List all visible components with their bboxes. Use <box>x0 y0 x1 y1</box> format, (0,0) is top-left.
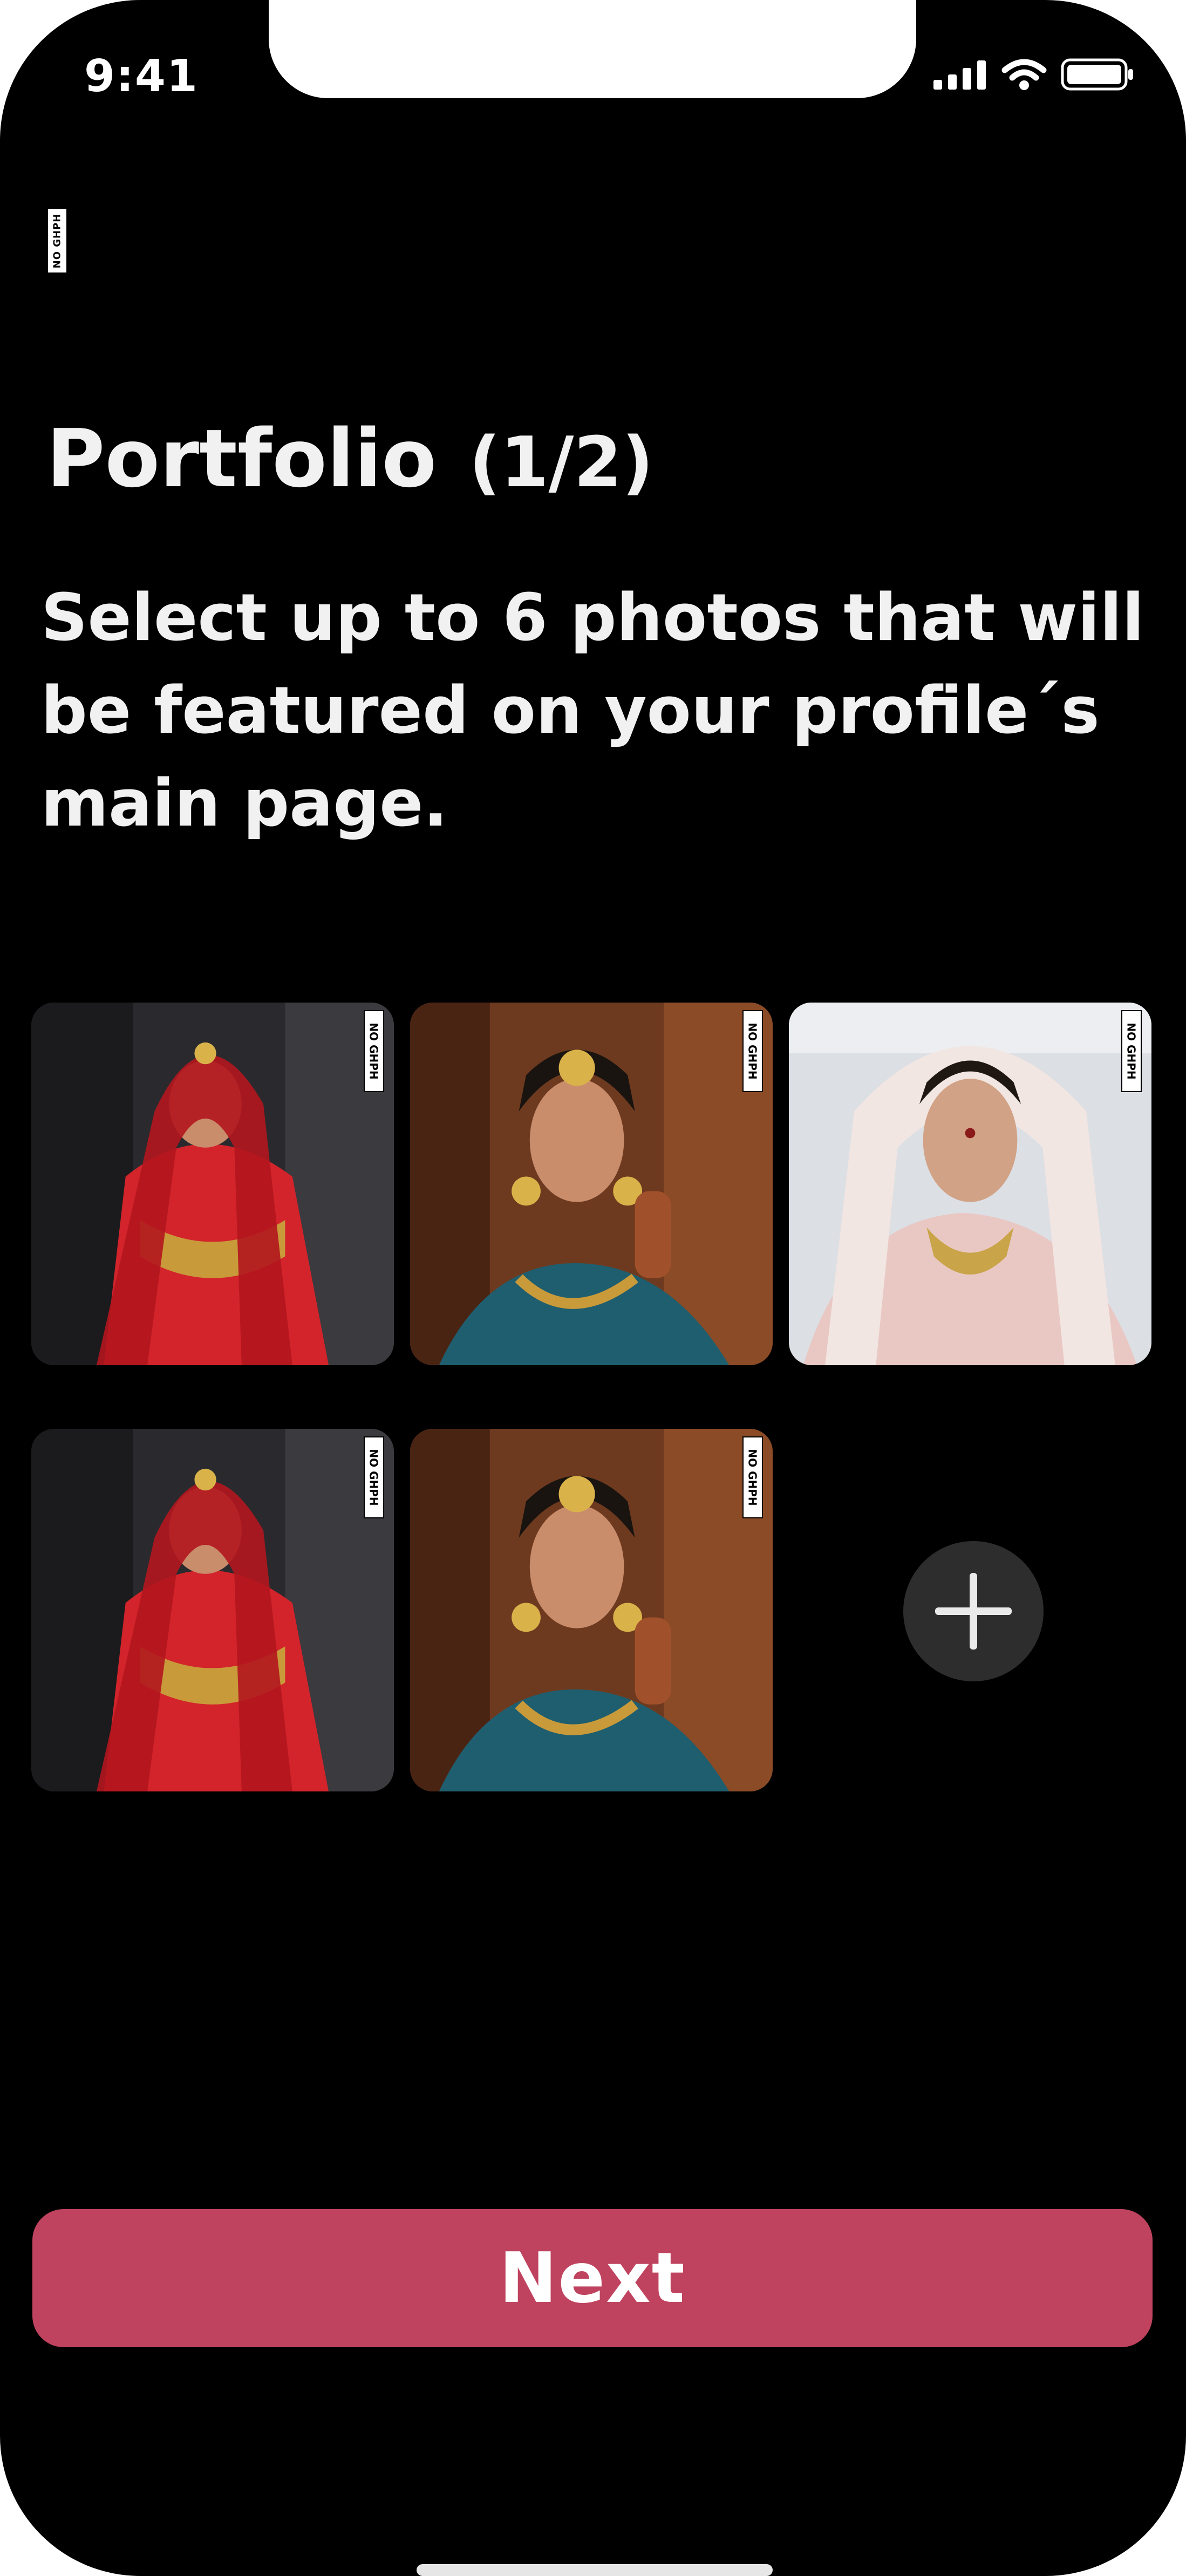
next-button[interactable]: Next <box>32 2209 1153 2347</box>
watermark-badge: NO GHPH <box>1121 1010 1142 1092</box>
add-photo-button[interactable] <box>903 1541 1044 1681</box>
portfolio-photo-4[interactable]: NO GHPH <box>31 1429 394 1791</box>
battery-icon <box>1061 58 1133 91</box>
photo-image <box>31 1429 394 1791</box>
watermark-badge: NO GHPH <box>364 1010 384 1092</box>
portfolio-photo-1[interactable]: NO GHPH <box>31 1003 394 1365</box>
notch <box>269 0 916 98</box>
portfolio-photo-3[interactable]: NO GHPH <box>789 1003 1151 1365</box>
home-indicator <box>417 2564 773 2576</box>
plus-icon <box>935 1573 1012 1650</box>
photo-image <box>31 1003 394 1365</box>
brand-logo: NO GHPH <box>46 207 68 274</box>
watermark-badge: NO GHPH <box>742 1436 763 1518</box>
wifi-icon <box>1001 59 1047 90</box>
page-title: Portfolio (1/2) <box>46 412 653 505</box>
brand-logo-text: NO GHPH <box>51 213 63 268</box>
photo-image <box>789 1003 1151 1365</box>
photo-image <box>410 1003 773 1365</box>
watermark-badge: NO GHPH <box>742 1010 763 1092</box>
status-icons <box>933 58 1134 91</box>
photo-image <box>410 1429 773 1791</box>
watermark-badge: NO GHPH <box>364 1436 384 1518</box>
page-description: Select up to 6 photos that will be featu… <box>41 581 1144 841</box>
page-indicator: (1/2) <box>469 422 653 503</box>
portfolio-photo-2[interactable]: NO GHPH <box>410 1003 773 1365</box>
title-text: Portfolio <box>46 412 437 505</box>
signal-icon <box>933 60 986 90</box>
status-time: 9:41 <box>84 51 199 102</box>
phone-screen: 9:41 NO GHPH Portfolio (1/2) Select up to… <box>0 0 1186 2576</box>
portfolio-photo-5[interactable]: NO GHPH <box>410 1429 773 1791</box>
